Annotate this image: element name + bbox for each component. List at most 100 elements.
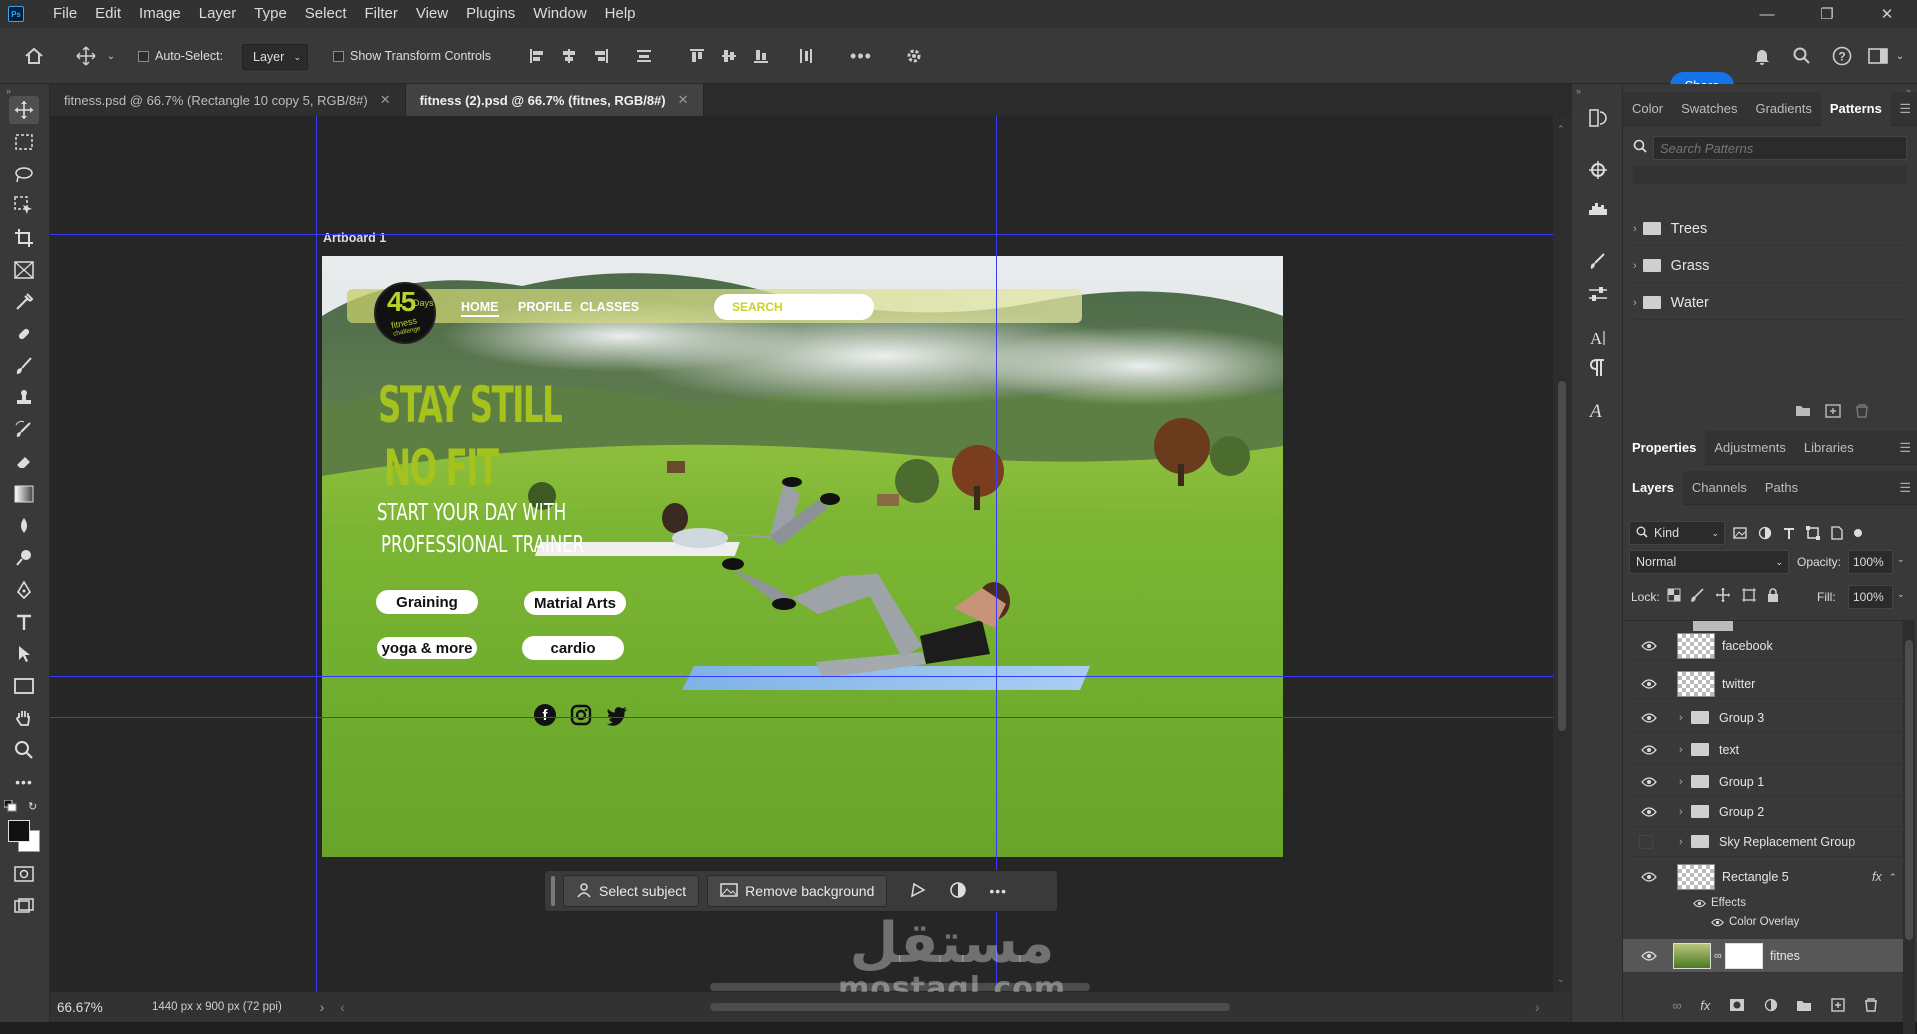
layer-name[interactable]: Group 2 (1719, 805, 1764, 819)
panel-menu-icon[interactable]: ☰ (1899, 480, 1911, 496)
rectangle-tool-icon[interactable] (9, 672, 39, 700)
distribute-vertical-icon[interactable] (795, 44, 817, 68)
effects-row[interactable]: Effects (1693, 897, 1746, 909)
path-selection-tool-icon[interactable] (9, 640, 39, 668)
pill-matrial-arts[interactable]: Matrial Arts (524, 591, 626, 615)
lock-artboard-icon[interactable] (1741, 587, 1757, 603)
chevron-right-icon[interactable]: › (1633, 223, 1637, 235)
eye-icon[interactable] (1641, 678, 1657, 689)
layer-name[interactable]: Rectangle 5 (1722, 870, 1789, 884)
gear-icon[interactable] (902, 44, 926, 68)
move-tool-icon[interactable] (72, 42, 100, 70)
menu-layer[interactable]: Layer (190, 0, 246, 28)
new-group-icon[interactable] (1796, 999, 1812, 1012)
history-icon[interactable] (1584, 104, 1612, 132)
move-tool-icon[interactable] (9, 96, 39, 124)
eye-icon[interactable] (1641, 872, 1657, 882)
character-icon[interactable]: A (1584, 324, 1612, 352)
eye-icon[interactable] (1641, 712, 1657, 723)
trash-icon[interactable] (1855, 404, 1869, 418)
layer-name[interactable]: text (1719, 743, 1739, 757)
brush-settings-icon[interactable] (1584, 248, 1612, 276)
tab-patterns[interactable]: Patterns (1820, 91, 1891, 126)
pattern-folder-grass[interactable]: › Grass (1633, 249, 1908, 283)
smart-object-filter-icon[interactable] (1831, 526, 1843, 540)
frame-tool-icon[interactable] (9, 256, 39, 284)
opacity-input[interactable]: 100% (1848, 550, 1893, 574)
pattern-folder-trees[interactable]: › Trees (1633, 212, 1908, 246)
tab-fitness-psd[interactable]: fitness.psd @ 66.7% (Rectangle 10 copy 5… (50, 84, 406, 116)
tab-libraries[interactable]: Libraries (1795, 431, 1863, 465)
chevron-right-icon[interactable]: › (1679, 712, 1683, 724)
vertical-scrollbar[interactable]: ⌃ ⌄ (1553, 116, 1571, 992)
tab-fitness-2-psd[interactable]: fitness (2).psd @ 66.7% (fitnes, RGB/8#)… (405, 84, 704, 116)
align-top-icon[interactable] (686, 44, 708, 68)
search-icon[interactable] (1790, 44, 1814, 68)
maximize-icon[interactable]: ❐ (1802, 0, 1852, 28)
layer-row[interactable]: › text (1627, 735, 1903, 765)
instagram-icon[interactable] (570, 704, 592, 726)
history-brush-tool-icon[interactable] (9, 416, 39, 444)
collapse-icon[interactable]: » (6, 86, 11, 96)
adjustment-icon[interactable] (949, 881, 967, 902)
lock-position-icon[interactable] (1715, 587, 1731, 603)
eye-icon[interactable] (1641, 806, 1657, 817)
eraser-tool-icon[interactable] (9, 448, 39, 476)
quick-mask-icon[interactable] (9, 860, 39, 888)
dodge-tool-icon[interactable] (9, 544, 39, 572)
layer-name[interactable]: twitter (1722, 677, 1755, 691)
menu-filter[interactable]: Filter (356, 0, 407, 28)
eye-icon[interactable] (1641, 950, 1657, 961)
help-icon[interactable]: ? (1830, 44, 1854, 68)
align-center-icon[interactable] (558, 44, 580, 68)
eyedropper-tool-icon[interactable] (9, 288, 39, 316)
new-group-icon[interactable] (1795, 404, 1811, 417)
chevron-down-icon[interactable]: ⌄ (104, 48, 118, 64)
guide-horizontal[interactable] (50, 234, 1553, 235)
close-icon[interactable]: ✕ (380, 92, 391, 108)
menu-file[interactable]: File (44, 0, 86, 28)
chevron-right-icon[interactable]: › (1633, 297, 1637, 309)
layer-name[interactable]: Group 3 (1719, 711, 1764, 725)
menu-select[interactable]: Select (296, 0, 356, 28)
object-selection-tool-icon[interactable] (9, 192, 39, 220)
layer-mask-thumbnail[interactable] (1725, 943, 1763, 969)
histogram-icon[interactable] (1584, 194, 1612, 222)
panel-menu-icon[interactable]: ☰ (1899, 101, 1911, 117)
twitter-icon[interactable] (606, 706, 628, 726)
guide-vertical[interactable] (316, 116, 317, 992)
chevron-right-icon[interactable]: › (1679, 744, 1683, 756)
screen-mode-icon[interactable] (9, 892, 39, 920)
lasso-tool-icon[interactable] (9, 160, 39, 188)
color-overlay-row[interactable]: Color Overlay (1711, 916, 1799, 928)
adjustment-filter-icon[interactable] (1758, 526, 1772, 540)
drag-handle[interactable] (551, 876, 555, 906)
auto-select-checkbox[interactable]: Auto-Select: (138, 49, 223, 63)
add-mask-icon[interactable] (1729, 998, 1745, 1012)
link-icon[interactable]: ∞ (1714, 950, 1722, 962)
visibility-toggle-off[interactable] (1639, 834, 1653, 849)
align-right-icon[interactable] (590, 44, 612, 68)
layer-row[interactable]: › Group 3 (1627, 703, 1903, 733)
layer-row[interactable]: › Group 1 (1627, 767, 1903, 797)
chevron-left-icon[interactable]: ‹ (340, 1000, 345, 1015)
fitness-logo[interactable]: 45 Days fitness challenge (374, 282, 436, 344)
layer-row[interactable]: Rectangle 5 fx ⌃ (1627, 860, 1903, 894)
tab-color[interactable]: Color (1623, 92, 1672, 126)
layer-row-selected[interactable]: ∞ fitnes (1623, 939, 1903, 973)
pen-tool-icon[interactable] (9, 576, 39, 604)
layer-row[interactable]: › Sky Replacement Group (1627, 827, 1903, 857)
layer-name[interactable]: fitnes (1770, 949, 1800, 963)
distribute-icon[interactable] (633, 44, 655, 68)
chevron-right-icon[interactable]: › (1633, 260, 1637, 272)
guide-horizontal[interactable] (50, 717, 1553, 718)
fx-icon[interactable]: fx (1700, 998, 1710, 1013)
eye-icon[interactable] (1641, 640, 1657, 651)
select-subject-button[interactable]: Select subject (563, 875, 700, 907)
more-options-icon[interactable]: ••• (989, 883, 1007, 899)
crop-tool-icon[interactable] (9, 224, 39, 252)
menu-type[interactable]: Type (245, 0, 296, 28)
menu-view[interactable]: View (407, 0, 457, 28)
foreground-color-swatch[interactable] (8, 820, 30, 842)
gradient-tool-icon[interactable] (9, 480, 39, 508)
